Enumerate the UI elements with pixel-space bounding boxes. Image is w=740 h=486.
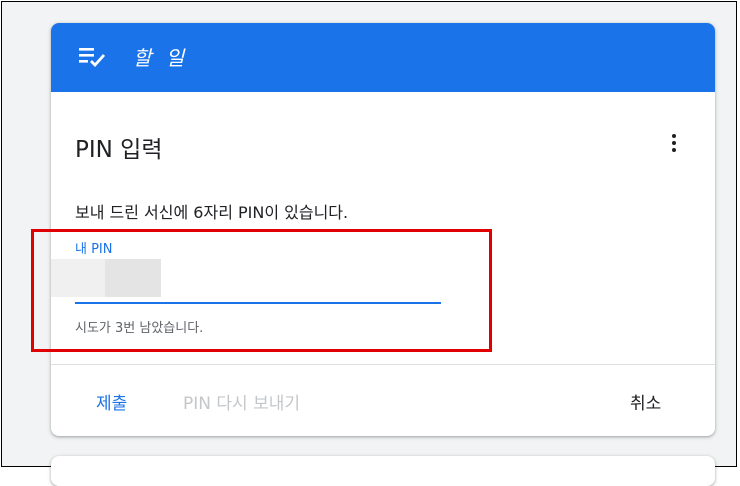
tasks-checklist-icon [79,48,106,67]
actions-divider [51,364,715,365]
card-header: 할 일 [51,23,715,92]
submit-button[interactable]: 제출 [96,389,127,414]
highlight-annotation-box [31,229,492,352]
next-card [51,456,715,486]
more-options-button[interactable] [660,129,688,157]
cancel-button[interactable]: 취소 [630,389,661,414]
header-title: 할 일 [133,46,189,70]
more-vert-icon-dot [672,141,676,145]
more-vert-icon [672,134,676,138]
pin-description: 보내 드린 서신에 6자리 PIN이 있습니다. [75,203,349,222]
pin-entry-title: PIN 입력 [75,137,163,163]
more-vert-icon-dot [672,148,676,152]
screenshot-frame: 할 일 PIN 입력 보내 드린 서신에 6자리 PIN이 있습니다. 내 PI… [1,1,737,486]
resend-pin-button[interactable]: PIN 다시 보내기 [183,389,300,414]
